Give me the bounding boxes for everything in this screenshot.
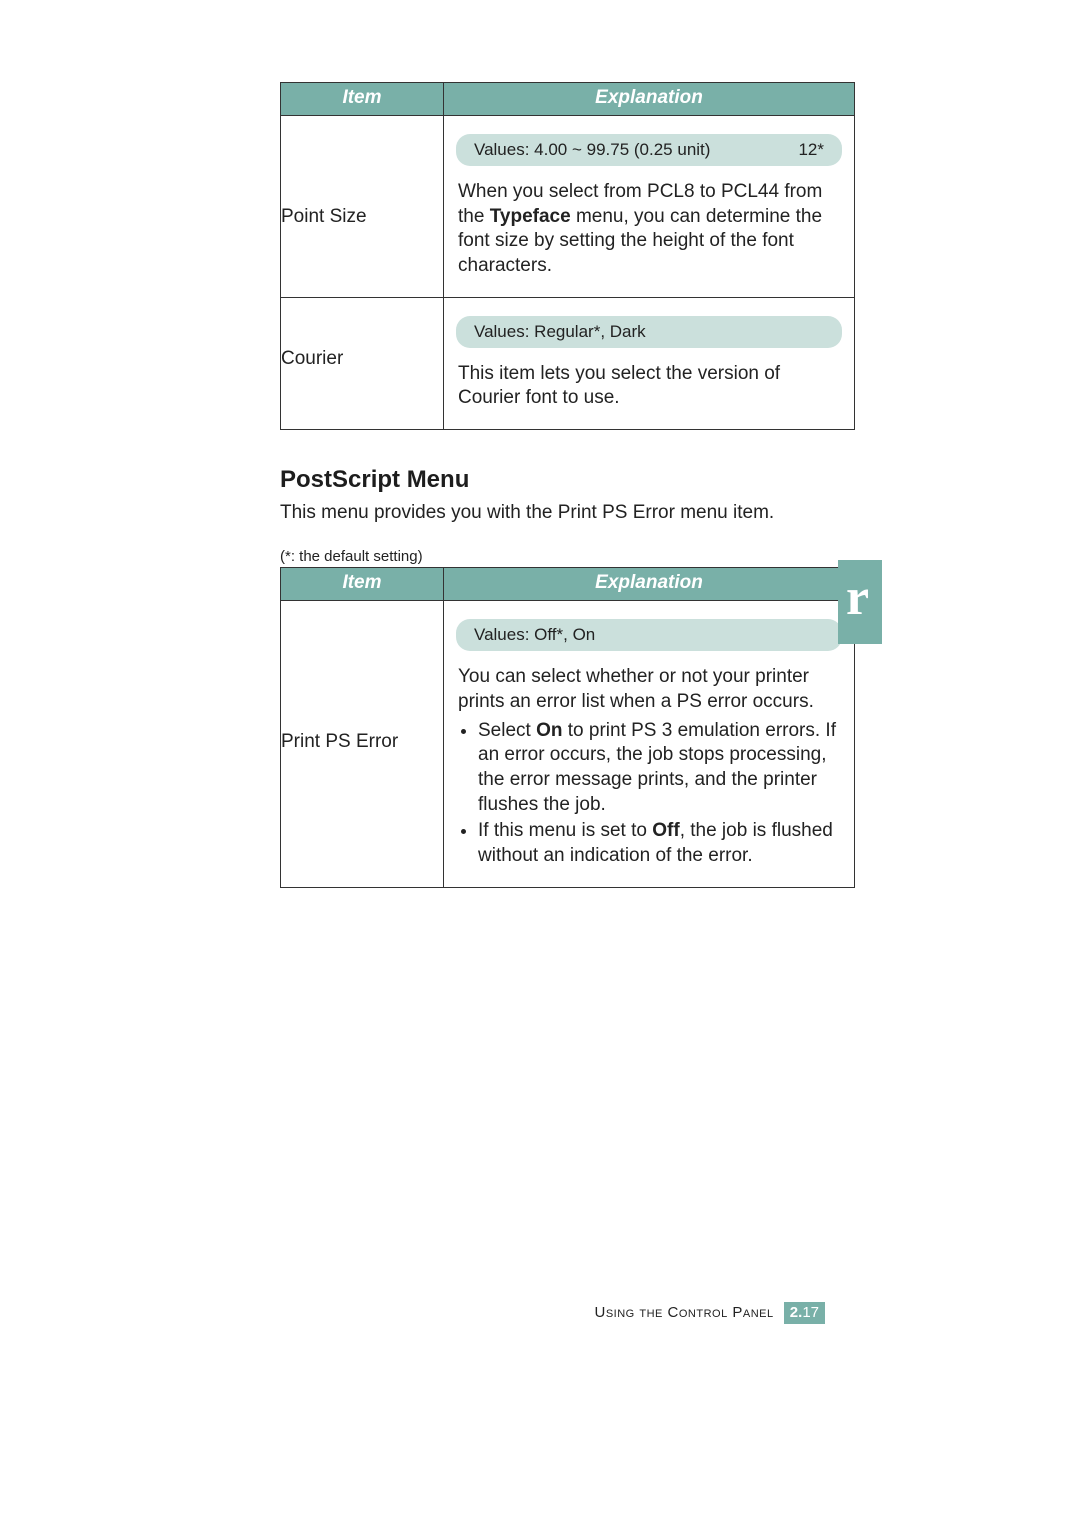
table-row: Courier Values: Regular*, Dark This item…	[281, 297, 855, 429]
values-text: Values: Off*, On	[474, 625, 595, 645]
table-header-explanation: Explanation	[444, 83, 855, 116]
explanation-text: When you select from PCL8 to PCL44 from …	[458, 180, 840, 279]
explanation-text: This item lets you select the version of…	[458, 362, 840, 411]
svg-text:r: r	[846, 569, 869, 626]
section-heading-postscript: PostScript Menu	[280, 466, 855, 494]
table-header-item: Item	[281, 83, 444, 116]
explanation-cell: Values: Off*, On You can select whether …	[444, 601, 855, 888]
explanation-cell: Values: 4.00 ~ 99.75 (0.25 unit) 12* Whe…	[444, 116, 855, 298]
values-default: 12*	[798, 140, 824, 160]
values-text: Values: Regular*, Dark	[474, 322, 646, 342]
table-header-item: Item	[281, 568, 444, 601]
explanation-text: You can select whether or not your print…	[458, 665, 840, 869]
page-number-box: 2.17	[784, 1302, 825, 1324]
item-courier: Courier	[281, 297, 444, 429]
footer-label: Using the Control Panel	[594, 1304, 773, 1321]
table-row: Point Size Values: 4.00 ~ 99.75 (0.25 un…	[281, 116, 855, 298]
values-text: Values: 4.00 ~ 99.75 (0.25 unit)	[474, 140, 710, 160]
page-number: 17	[802, 1304, 819, 1321]
chapter-tab: r	[838, 560, 882, 644]
values-pill: Values: Regular*, Dark	[456, 316, 842, 348]
table-header-explanation: Explanation	[444, 568, 855, 601]
values-pill: Values: 4.00 ~ 99.75 (0.25 unit) 12*	[456, 134, 842, 166]
chapter-tab-icon: r	[838, 560, 882, 644]
item-print-ps-error: Print PS Error	[281, 601, 444, 888]
table-row: Print PS Error Values: Off*, On You can …	[281, 601, 855, 888]
section-intro: This menu provides you with the Print PS…	[280, 502, 855, 524]
values-pill: Values: Off*, On	[456, 619, 842, 651]
page-section: 2.	[790, 1304, 803, 1321]
default-note: (*: the default setting)	[280, 548, 855, 565]
explanation-cell: Values: Regular*, Dark This item lets yo…	[444, 297, 855, 429]
item-point-size: Point Size	[281, 116, 444, 298]
pcl-menu-table: Item Explanation Point Size Values: 4.00…	[280, 82, 855, 430]
postscript-menu-table: Item Explanation Print PS Error Values: …	[280, 567, 855, 888]
page-footer: Using the Control Panel 2.17	[594, 1302, 825, 1324]
